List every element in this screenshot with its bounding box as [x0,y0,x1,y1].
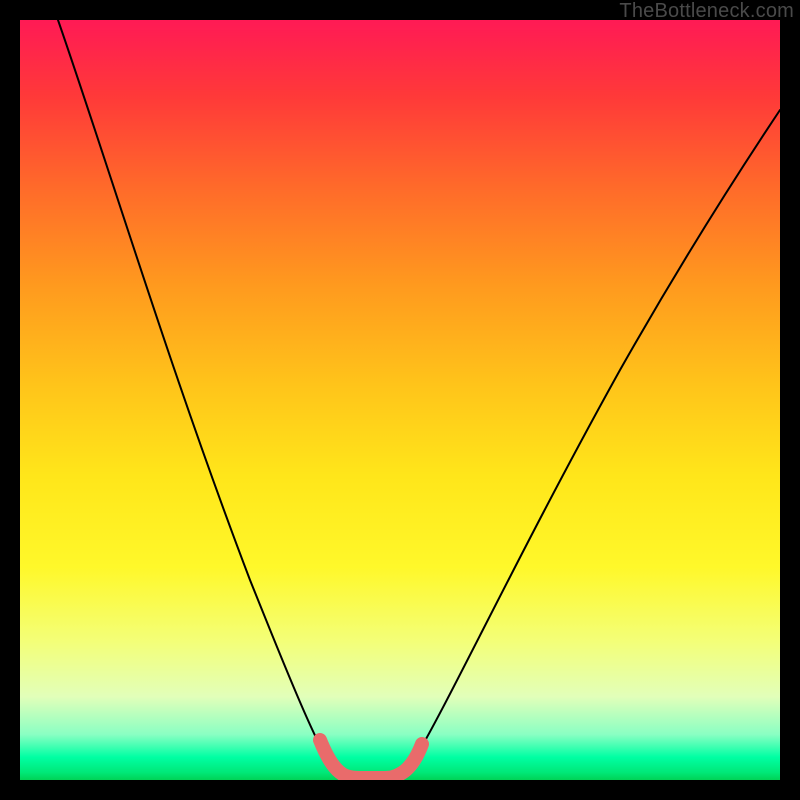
chart-svg [20,20,780,780]
bottleneck-curve-path [58,20,780,778]
optimal-range-marker-path [320,740,422,778]
chart-plot-area [20,20,780,780]
watermark-text: TheBottleneck.com [619,0,794,23]
chart-frame: TheBottleneck.com [0,0,800,800]
